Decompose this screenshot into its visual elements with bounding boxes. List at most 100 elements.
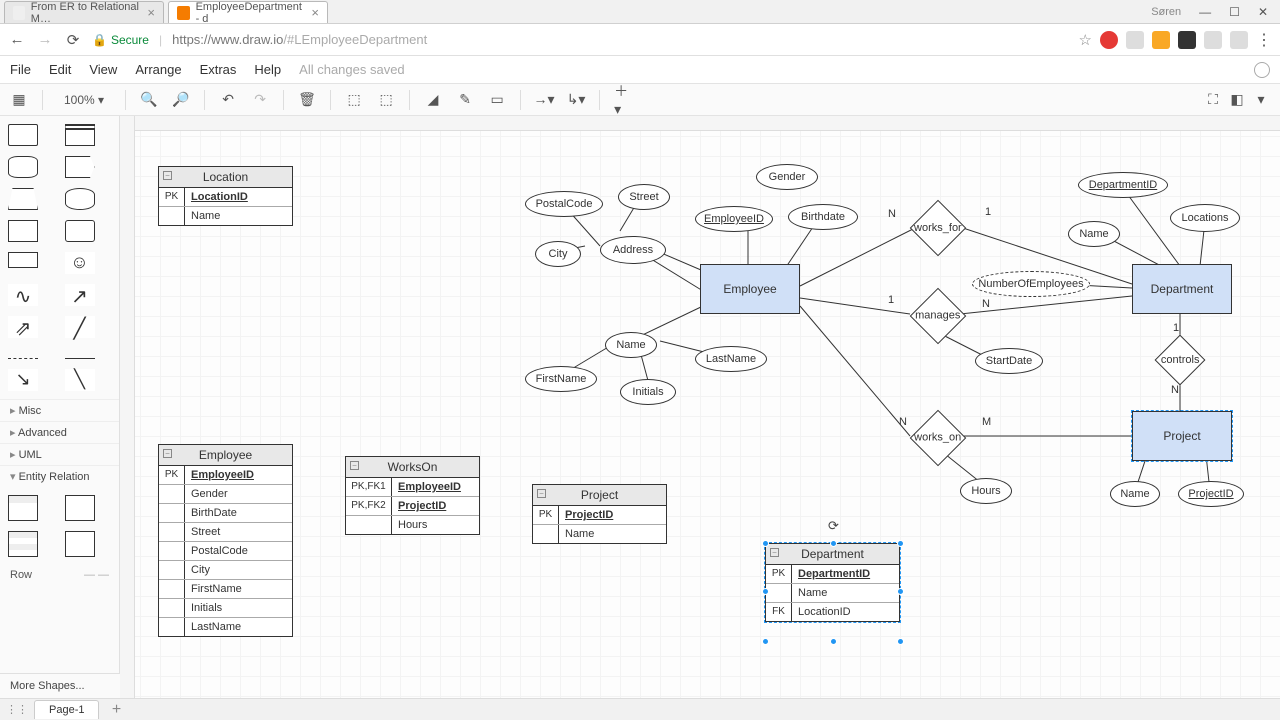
attr-name-emp[interactable]: Name xyxy=(605,332,657,358)
attr-name-dept[interactable]: Name xyxy=(1068,221,1120,247)
collapse-icon[interactable]: ▾ xyxy=(1252,91,1270,109)
attr-initials[interactable]: Initials xyxy=(620,379,676,405)
connection-icon[interactable]: →▾ xyxy=(535,91,553,109)
row-dash[interactable]: — — xyxy=(84,569,109,581)
resize-handle[interactable] xyxy=(762,638,769,645)
table-row[interactable]: Street xyxy=(159,522,292,541)
table-row[interactable]: FKLocationID xyxy=(766,602,899,621)
table-employee[interactable]: −Employee PKEmployeeIDGenderBirthDateStr… xyxy=(158,444,293,637)
table-row[interactable]: PK,FK1EmployeeID xyxy=(346,478,479,496)
browser-tab[interactable]: From ER to Relational M… × xyxy=(4,1,164,23)
attr-city[interactable]: City xyxy=(535,241,581,267)
table-row[interactable]: Gender xyxy=(159,484,292,503)
resize-handle[interactable] xyxy=(897,540,904,547)
collapse-icon[interactable]: − xyxy=(163,171,172,180)
to-back-icon[interactable]: ⬚ xyxy=(377,91,395,109)
ext-icon[interactable] xyxy=(1126,31,1144,49)
abp-icon[interactable] xyxy=(1100,31,1118,49)
shape-card[interactable] xyxy=(65,220,95,242)
table-row[interactable]: PKEmployeeID xyxy=(159,466,292,484)
collapse-icon[interactable]: − xyxy=(537,489,546,498)
menu-extras[interactable]: Extras xyxy=(200,62,237,77)
more-shapes[interactable]: More Shapes... xyxy=(0,673,120,698)
shape-conn1[interactable]: ↘ xyxy=(8,369,38,391)
ext-icon[interactable] xyxy=(1178,31,1196,49)
canvas[interactable]: Gender Birthdate EmployeeID Address Post… xyxy=(120,116,1280,698)
collapse-icon[interactable]: − xyxy=(163,449,172,458)
shape-rect[interactable] xyxy=(8,124,38,146)
shape-dashed[interactable] xyxy=(8,358,38,359)
attr-hours[interactable]: Hours xyxy=(960,478,1012,504)
menu-view[interactable]: View xyxy=(89,62,117,77)
zoom-out-icon[interactable]: 🔎 xyxy=(172,91,190,109)
er-table-shape[interactable] xyxy=(65,495,95,521)
table-row[interactable]: PKProjectID xyxy=(533,506,666,524)
page-menu-icon[interactable]: ⋮⋮ xyxy=(6,703,28,716)
close-window-icon[interactable]: ✕ xyxy=(1258,5,1268,19)
kebab-icon[interactable]: ⋮ xyxy=(1256,30,1272,50)
add-page-icon[interactable]: + xyxy=(105,701,127,719)
resize-handle[interactable] xyxy=(897,588,904,595)
menu-help[interactable]: Help xyxy=(254,62,281,77)
close-icon[interactable]: × xyxy=(147,5,155,20)
zoom-in-icon[interactable]: 🔍 xyxy=(140,91,158,109)
shape-trapezoid[interactable] xyxy=(8,188,38,210)
attr-street[interactable]: Street xyxy=(618,184,670,210)
table-location[interactable]: −Location PKLocationIDName xyxy=(158,166,293,226)
browser-tab-active[interactable]: EmployeeDepartment - d × xyxy=(168,1,328,23)
shape-line[interactable]: ╱ xyxy=(65,316,95,338)
ext-icon[interactable] xyxy=(1152,31,1170,49)
insert-icon[interactable]: ＋▾ xyxy=(614,91,632,109)
reload-icon[interactable]: ⟳ xyxy=(64,31,82,49)
forward-icon[interactable]: → xyxy=(36,31,54,49)
shape-arrow2[interactable]: ⇗ xyxy=(8,316,38,338)
table-row[interactable]: Name xyxy=(766,583,899,602)
zoom-select[interactable]: 100% ▾ xyxy=(57,90,111,110)
er-table-shape[interactable] xyxy=(8,495,38,521)
attr-startdate[interactable]: StartDate xyxy=(975,348,1043,374)
waypoint-icon[interactable]: ↳▾ xyxy=(567,91,585,109)
attr-numemp[interactable]: NumberOfEmployees xyxy=(972,271,1090,297)
to-front-icon[interactable]: ⬚ xyxy=(345,91,363,109)
shape-note[interactable] xyxy=(8,220,38,242)
ext-icon[interactable] xyxy=(1204,31,1222,49)
resize-handle[interactable] xyxy=(897,638,904,645)
collapse-icon[interactable]: − xyxy=(350,461,359,470)
minimize-icon[interactable]: — xyxy=(1199,5,1211,19)
table-row[interactable]: Initials xyxy=(159,598,292,617)
table-row[interactable]: Name xyxy=(159,206,292,225)
fill-icon[interactable]: ◢ xyxy=(424,91,442,109)
star-icon[interactable]: ☆ xyxy=(1079,31,1092,49)
attr-name-proj[interactable]: Name xyxy=(1110,481,1160,507)
rotate-icon[interactable]: ⟳ xyxy=(828,518,839,534)
shape-arrow[interactable]: ↗ xyxy=(65,284,95,306)
cat-misc[interactable]: Misc xyxy=(0,399,119,421)
attr-gender[interactable]: Gender xyxy=(756,164,818,190)
table-row[interactable]: PKLocationID xyxy=(159,188,292,206)
attr-departmentid[interactable]: DepartmentID xyxy=(1078,172,1168,198)
resize-handle[interactable] xyxy=(830,540,837,547)
maximize-icon[interactable]: ☐ xyxy=(1229,5,1240,19)
shape-conn2[interactable]: ╲ xyxy=(65,369,95,391)
attr-employeeid[interactable]: EmployeeID xyxy=(695,206,773,232)
view-icon[interactable]: ▦ xyxy=(10,91,28,109)
shape-line2[interactable] xyxy=(65,358,95,359)
table-row[interactable]: PKDepartmentID xyxy=(766,565,899,583)
menu-edit[interactable]: Edit xyxy=(49,62,71,77)
attr-firstname[interactable]: FirstName xyxy=(525,366,597,392)
table-department[interactable]: −Department PKDepartmentIDNameFKLocation… xyxy=(765,543,900,622)
rel-works-for[interactable]: works_for xyxy=(910,200,967,257)
rel-works-on[interactable]: works_on xyxy=(910,410,967,467)
attr-locations[interactable]: Locations xyxy=(1170,204,1240,232)
close-icon[interactable]: × xyxy=(311,5,319,20)
shape-rect-header[interactable] xyxy=(65,124,95,146)
fullscreen-icon[interactable]: ⛶ xyxy=(1204,91,1222,109)
attr-lastname[interactable]: LastName xyxy=(695,346,767,372)
shape-callout[interactable] xyxy=(8,252,38,268)
entity-department[interactable]: Department xyxy=(1132,264,1232,314)
undo-icon[interactable]: ↶ xyxy=(219,91,237,109)
shadow-icon[interactable]: ▭ xyxy=(488,91,506,109)
shape-actor[interactable]: ☺ xyxy=(65,252,95,274)
resize-handle[interactable] xyxy=(830,638,837,645)
table-row[interactable]: Hours xyxy=(346,515,479,534)
